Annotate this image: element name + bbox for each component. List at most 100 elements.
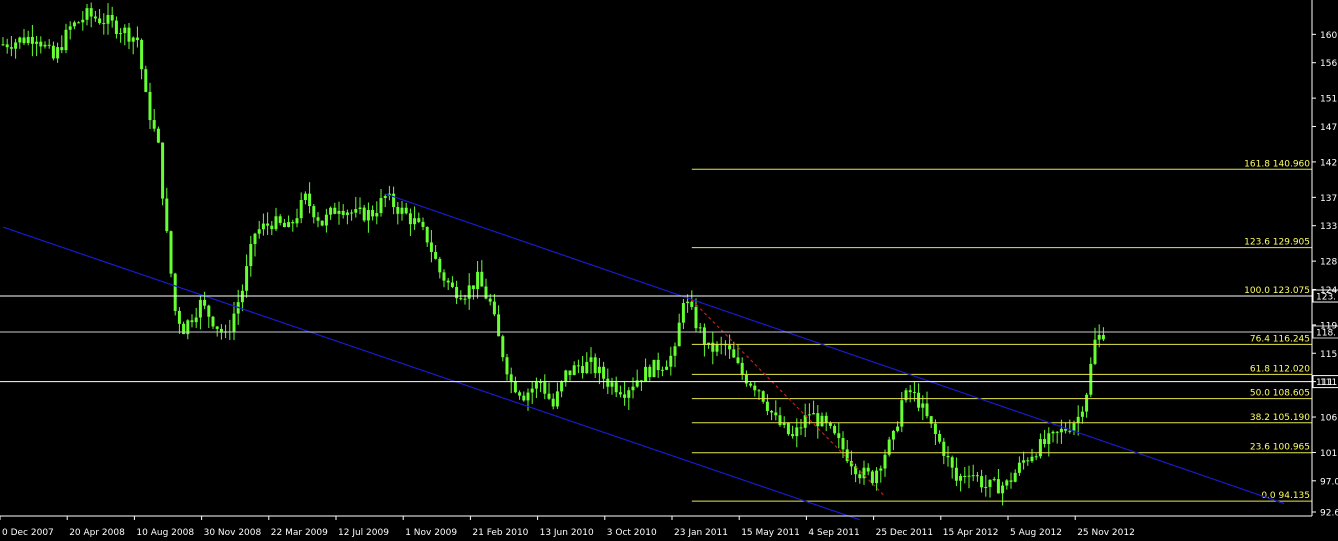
candle [778,407,782,427]
candle [119,28,123,43]
candle [711,332,715,365]
fib-level-label: 23.6 100.965 [1250,443,1310,453]
candle [816,404,820,439]
candle-body [702,327,706,345]
candle [287,215,291,228]
candle-body [572,365,576,376]
y-tick-label: 124. [1320,286,1338,296]
candle-body [509,374,513,382]
candle [875,467,879,491]
candle [723,340,727,356]
candle [455,280,459,305]
candle [232,302,236,341]
candle [564,369,568,387]
candle [165,187,169,234]
candle [253,232,257,257]
candle [694,298,698,332]
candle-body [1022,460,1026,463]
candle [597,357,601,385]
candle-body [429,242,433,252]
candle [408,208,412,236]
candle-body [560,381,564,392]
candle-body [480,271,484,287]
candle [908,385,912,403]
candle-body [614,382,618,393]
candle [1068,419,1072,434]
candle-body [954,467,958,481]
candle-body [148,91,152,121]
candle [190,314,194,328]
candle [870,470,874,486]
candle-body [967,475,971,477]
candle-body [820,415,824,427]
candle [946,446,950,467]
candle-body [417,218,421,222]
candle-body [757,390,761,392]
candle [203,291,207,310]
candle-body [1051,431,1055,434]
candle-body [870,471,874,484]
candle-body [971,475,975,477]
candle [257,220,261,239]
candle [589,347,593,374]
candle [194,307,198,328]
candle [18,36,22,49]
candle-body [51,45,55,59]
candle-body [266,223,270,226]
fibonacci-retracement[interactable]: 161.8 140.960 123.6 129.905 100.0 123.075 7… [691,159,1312,502]
candle [938,430,942,444]
candle [715,341,719,357]
candle [396,202,400,225]
candle [753,382,757,397]
candle [1101,327,1105,342]
candle-body [270,225,274,230]
candle-body [152,120,156,129]
candle-body [379,198,383,214]
candle-body [85,8,89,20]
candle [68,21,72,40]
candle [392,186,396,215]
candle-body [917,392,921,408]
candle [471,285,475,300]
candle [833,424,837,435]
candle-body [673,346,677,356]
candle-body [371,209,375,217]
candle [719,336,723,355]
x-tick-label: 12 Jul 2009 [338,528,389,538]
candle-body [786,423,790,435]
candle [509,367,513,394]
candle-body [648,366,652,378]
candle-body [610,382,614,387]
candle [681,298,685,330]
candle-body [93,16,97,19]
candle [131,36,135,55]
candle [543,374,547,400]
y-tick-label: 133. [1320,222,1338,232]
trendlines[interactable] [2,193,1285,521]
candle [383,194,387,208]
candle-body [257,229,261,234]
candle [765,394,769,416]
candle [929,415,933,429]
candle-body [47,44,51,46]
candle-body [1068,430,1072,432]
candle-body [56,47,60,59]
price-chart[interactable]: 161.8 140.960 123.6 129.905 100.0 123.075 7… [0,0,1338,541]
candle-body [14,42,18,49]
candle-body [144,69,148,92]
candle [1059,419,1063,444]
candle-body [26,36,30,44]
y-tick-label: 111. [1320,378,1338,388]
candle [421,217,425,231]
candle-body [992,479,996,481]
candle [156,126,160,144]
candle [572,361,576,376]
candle-body [534,382,538,389]
candle [585,352,589,375]
candle [312,203,316,224]
candle-body [501,336,505,358]
candle-body [623,394,627,398]
candle [375,201,379,225]
candle [744,370,748,387]
candle [648,364,652,381]
